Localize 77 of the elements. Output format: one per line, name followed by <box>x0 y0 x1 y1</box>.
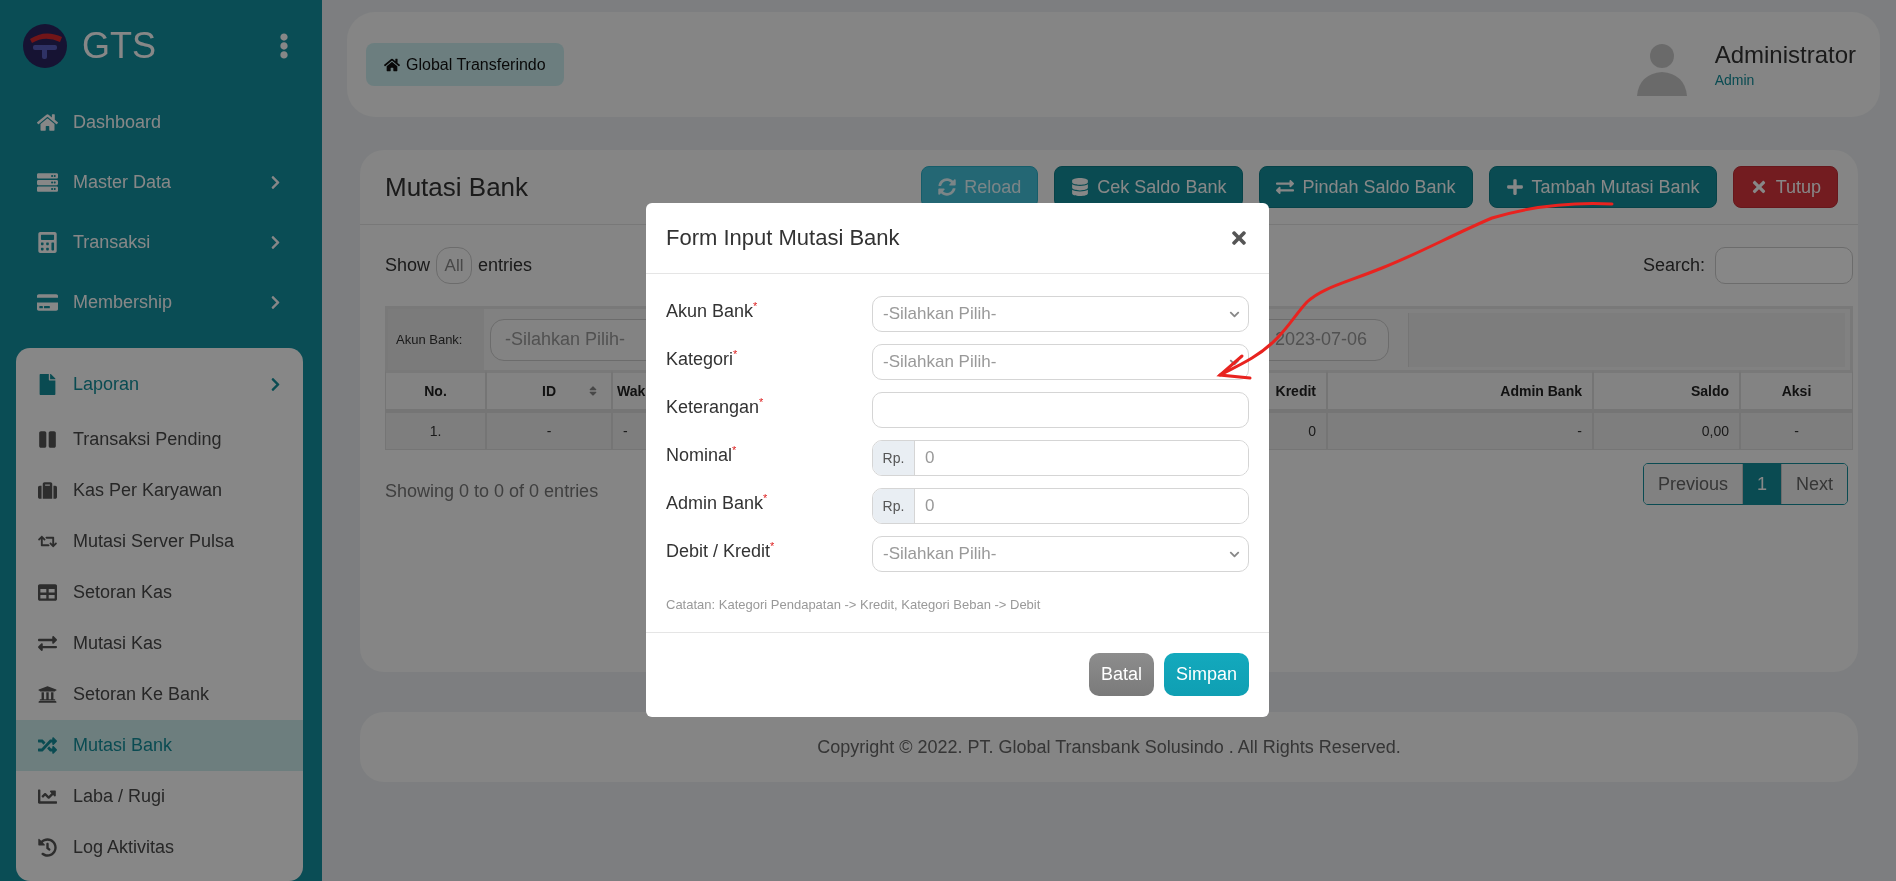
select-field[interactable]: -Silahkan Pilih- <box>872 296 1249 332</box>
home-icon <box>384 56 400 73</box>
currency-prefix: Rp. <box>873 441 915 475</box>
plus-icon <box>1505 178 1524 196</box>
table-cell: 1. <box>385 410 486 450</box>
table-cell: - <box>486 410 612 450</box>
submenu-item[interactable]: Mutasi Bank <box>16 720 303 771</box>
sidebar-item[interactable]: Dashboard <box>16 92 303 152</box>
column-header[interactable]: Admin Bank <box>1327 370 1593 410</box>
copyright-text: Copyright © 2022. PT. Global Transbank Solusindo . All Rights Reserved. <box>817 736 1401 758</box>
action-button[interactable]: Tutup <box>1732 166 1838 208</box>
search-field[interactable] <box>1715 247 1853 284</box>
sort-icon <box>587 385 599 397</box>
pagination-button[interactable]: Previous <box>1643 464 1742 504</box>
field-label: Debit / Kredit$^{*}$ <box>666 539 776 562</box>
table-cell: - <box>1327 410 1593 450</box>
submenu-item[interactable]: Setoran Kas <box>16 567 303 618</box>
save-button[interactable]: Simpan <box>1163 653 1249 696</box>
amount-field[interactable]: Rp. 0 <box>872 440 1249 476</box>
entries-label: entries <box>478 255 533 276</box>
select-field[interactable]: -Silahkan Pilih- <box>872 344 1249 380</box>
filter-label: Akun Bank: <box>388 309 484 370</box>
refresh-icon <box>938 178 957 196</box>
submenu-item[interactable]: Setoran Ke Bank <box>16 669 303 720</box>
submenu-item[interactable]: Transaksi Pending <box>16 414 303 465</box>
input-field[interactable] <box>872 392 1249 428</box>
user-role: Admin <box>1714 72 1756 88</box>
close-icon[interactable] <box>1229 228 1249 248</box>
submenu-item[interactable]: Laba / Rugi <box>16 771 303 822</box>
form-note: Catatan: Kategori Pendapatan -> Kredit, Kategori Beban -> Debit <box>666 597 1042 612</box>
pagination-button[interactable]: 1 <box>1741 464 1781 504</box>
sidebar-item[interactable]: Membership <box>16 272 303 332</box>
table-icon <box>35 583 59 602</box>
brand-name: GTS <box>82 25 157 67</box>
credit-card-icon <box>35 291 59 313</box>
page-title: Mutasi Bank <box>385 171 530 203</box>
page-length-select[interactable]: All <box>436 247 473 284</box>
field-label: Admin Bank$^{*}$ <box>666 491 769 514</box>
home-button[interactable]: Global Transferindo <box>366 43 564 86</box>
sidebar-item[interactable]: Transaksi <box>16 212 303 272</box>
sidebar-item[interactable]: Laporan <box>16 354 303 414</box>
show-label: Show <box>385 255 431 276</box>
calculator-icon <box>35 231 59 253</box>
logo-icon <box>22 23 68 69</box>
amount-field[interactable]: Rp. 0 <box>872 488 1249 524</box>
action-button[interactable]: Tambah Mutasi Bank <box>1488 166 1717 208</box>
exchange-arrows-icon <box>1276 178 1295 196</box>
action-button[interactable]: Pindah Saldo Bank <box>1259 166 1473 208</box>
sidebar-item[interactable]: Master Data <box>16 152 303 212</box>
column-header[interactable]: ID <box>486 370 612 410</box>
currency-prefix: Rp. <box>873 489 915 523</box>
submenu-item[interactable]: Log Aktivitas <box>16 822 303 873</box>
column-header[interactable]: Aksi <box>1740 370 1853 410</box>
line-chart-icon <box>35 787 59 806</box>
submenu-item[interactable]: Kas Per Karyawan <box>16 465 303 516</box>
table-info: Showing 0 to 0 of 0 entries <box>385 480 599 502</box>
exchange-arrows-icon <box>35 634 59 653</box>
search-label: Search: <box>1642 255 1705 276</box>
user-name: Administrator <box>1714 41 1856 69</box>
pagination-button[interactable]: Next <box>1781 464 1847 504</box>
submenu-item[interactable]: Mutasi Kas <box>16 618 303 669</box>
shuffle-icon <box>35 736 59 755</box>
column-header[interactable]: Saldo <box>1593 370 1740 410</box>
cancel-button[interactable]: Batal <box>1088 653 1154 696</box>
field-label: Akun Bank$^{*}$ <box>666 299 759 322</box>
table-cell: 0,00 <box>1593 410 1740 450</box>
server-icon <box>35 171 59 193</box>
table-cell: - <box>1740 410 1853 450</box>
submenu-item[interactable]: Mutasi Server Pulsa <box>16 516 303 567</box>
select-field[interactable]: -Silahkan Pilih- <box>872 536 1249 572</box>
modal-title: Form Input Mutasi Bank <box>666 225 900 251</box>
field-label: Kategori$^{*}$ <box>666 347 739 370</box>
history-icon <box>35 838 59 857</box>
database-icon <box>1071 178 1090 196</box>
column-header[interactable]: No. <box>385 370 486 410</box>
briefcase-icon <box>35 481 59 500</box>
home-icon <box>35 111 59 133</box>
